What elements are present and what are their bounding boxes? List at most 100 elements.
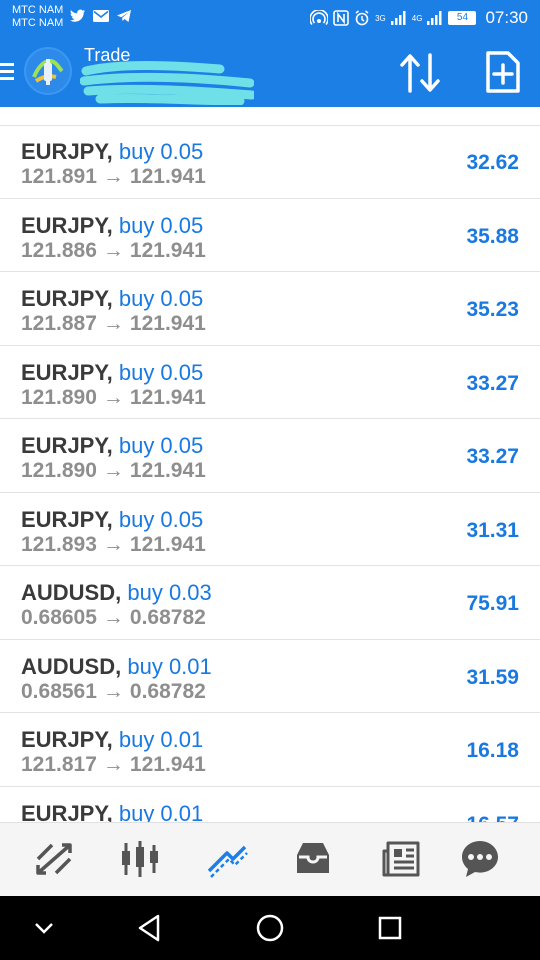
position-title: EURJPY, buy 0.05 [21, 360, 203, 386]
hotspot-icon [310, 10, 329, 26]
position-title: AUDUSD, buy 0.03 [21, 580, 212, 606]
menu-icon[interactable] [0, 63, 14, 81]
price-line: 121.887 → 121.941 [21, 312, 206, 336]
position-row[interactable]: AUDUSD, buy 0.01 0.68561 → 0.68782 31.59 [0, 640, 540, 713]
price-arrow: → [102, 679, 124, 703]
price-arrow: → [102, 532, 124, 556]
profit-value: 32.62 [466, 151, 519, 174]
price-line: 0.68561 → 0.68782 [21, 680, 206, 704]
chat-icon[interactable] [458, 837, 502, 881]
symbol-label: EURJPY, [21, 433, 113, 458]
side-volume-label: buy 0.01 [118, 800, 204, 823]
carrier-names: MTC NAM MTC NAM [12, 4, 63, 30]
price-arrow: → [102, 606, 124, 629]
back-icon[interactable] [132, 910, 168, 946]
current-price: 121.941 [129, 753, 206, 776]
open-price: 121.887 [21, 312, 97, 335]
position-row[interactable]: EURJPY, buy 0.05 121.890 → 121.941 33.27 [0, 346, 540, 419]
price-line: 121.886 → 121.941 [21, 239, 206, 263]
bottom-navigation [0, 822, 540, 896]
symbol-label: EURJPY, [21, 727, 113, 752]
battery-icon: 54 [448, 11, 477, 25]
open-price: 121.893 [21, 532, 97, 556]
notification-icons [70, 9, 132, 23]
profit-value: 16.57 [466, 813, 519, 823]
position-row[interactable]: EURJPY, buy 0.05 121.891 → 121.941 32.62 [0, 125, 540, 199]
signal-2-icon [427, 11, 442, 25]
current-price: 121.941 [129, 238, 206, 262]
mail-icon [93, 10, 109, 22]
app-bar: Trade [0, 37, 540, 107]
news-icon[interactable] [378, 837, 422, 881]
side-volume-label: buy 0.05 [118, 433, 204, 458]
current-price: 121.941 [129, 459, 206, 482]
current-price: 121.941 [129, 165, 206, 188]
carrier-2: MTC NAM [12, 17, 64, 29]
network-1-label: 3G [375, 13, 386, 23]
price-arrow: → [102, 459, 124, 482]
position-row[interactable]: AUDUSD, buy 0.03 0.68605 → 0.68782 75.91 [0, 566, 540, 640]
position-title: AUDUSD, buy 0.01 [21, 654, 212, 680]
price-arrow: → [102, 238, 124, 262]
price-arrow: → [102, 385, 124, 409]
profit-value: 31.59 [466, 665, 519, 689]
open-price: 121.817 [21, 753, 97, 776]
profit-value: 75.91 [466, 592, 519, 615]
current-price: 121.941 [129, 385, 206, 409]
symbol-label: EURJPY, [21, 800, 113, 823]
symbol-label: EURJPY, [21, 139, 113, 164]
open-price: 121.891 [21, 165, 97, 188]
current-price: 121.941 [129, 532, 206, 556]
profit-value: 35.23 [466, 298, 519, 321]
twitter-icon [70, 9, 85, 22]
position-title: EURJPY, buy 0.05 [21, 286, 203, 312]
symbol-label: EURJPY, [21, 286, 113, 311]
profit-value: 16.18 [466, 739, 519, 762]
symbol-label: EURJPY, [21, 506, 113, 532]
alarm-icon [355, 10, 369, 26]
position-row[interactable]: EURJPY, buy 0.05 121.887 → 121.941 35.23 [0, 272, 540, 346]
new-order-icon[interactable] [480, 49, 524, 95]
quotes-icon[interactable] [32, 837, 76, 881]
current-price: 0.68782 [129, 606, 206, 629]
clock: 07:30 [485, 8, 528, 27]
chevron-down-icon[interactable] [26, 910, 62, 946]
position-row[interactable]: EURJPY, buy 0.05 121.886 → 121.941 35.88 [0, 199, 540, 272]
charts-icon[interactable] [118, 837, 162, 881]
system-navigation-bar [0, 896, 540, 960]
position-row-partial[interactable] [0, 107, 540, 126]
telegram-icon [117, 10, 131, 22]
open-price: 0.68605 [21, 606, 97, 629]
sort-icon[interactable] [398, 51, 444, 95]
position-row[interactable]: EURJPY, buy 0.01 16.57 [0, 787, 540, 823]
side-volume-label: buy 0.01 [127, 653, 212, 679]
current-price: 0.68782 [129, 679, 206, 703]
signal-1-icon [390, 11, 406, 25]
position-row[interactable]: EURJPY, buy 0.05 121.893 → 121.941 31.31 [0, 493, 540, 566]
position-title: EURJPY, buy 0.05 [21, 213, 203, 239]
current-price: 121.941 [129, 312, 206, 335]
price-arrow: → [102, 312, 124, 335]
position-title: EURJPY, buy 0.05 [21, 507, 203, 533]
side-volume-label: buy 0.05 [118, 139, 204, 164]
symbol-label: EURJPY, [21, 359, 113, 385]
status-bar: MTC NAM MTC NAM 3G 4G 54 07:30 [0, 0, 540, 37]
open-price: 121.890 [21, 459, 97, 482]
open-price: 0.68561 [21, 679, 97, 703]
network-2-label: 4G [411, 13, 423, 23]
home-icon[interactable] [252, 910, 288, 946]
price-arrow: → [102, 165, 124, 188]
side-volume-label: buy 0.05 [118, 286, 204, 311]
price-line: 121.817 → 121.941 [21, 753, 206, 777]
trade-icon[interactable] [205, 837, 249, 881]
recents-icon[interactable] [372, 910, 408, 946]
history-icon[interactable] [291, 837, 335, 881]
side-volume-label: buy 0.03 [127, 580, 212, 605]
position-row[interactable]: EURJPY, buy 0.05 121.890 → 121.941 33.27 [0, 419, 540, 493]
positions-list[interactable]: EURJPY, buy 0.05 121.891 → 121.941 32.62 EURJ… [0, 107, 540, 822]
open-price: 121.890 [21, 385, 97, 409]
system-status: 3G 4G 54 07:30 [310, 8, 528, 28]
side-volume-label: buy 0.05 [118, 359, 204, 385]
position-row[interactable]: EURJPY, buy 0.01 121.817 → 121.941 16.18 [0, 713, 540, 787]
metatrader-logo[interactable] [24, 47, 72, 95]
